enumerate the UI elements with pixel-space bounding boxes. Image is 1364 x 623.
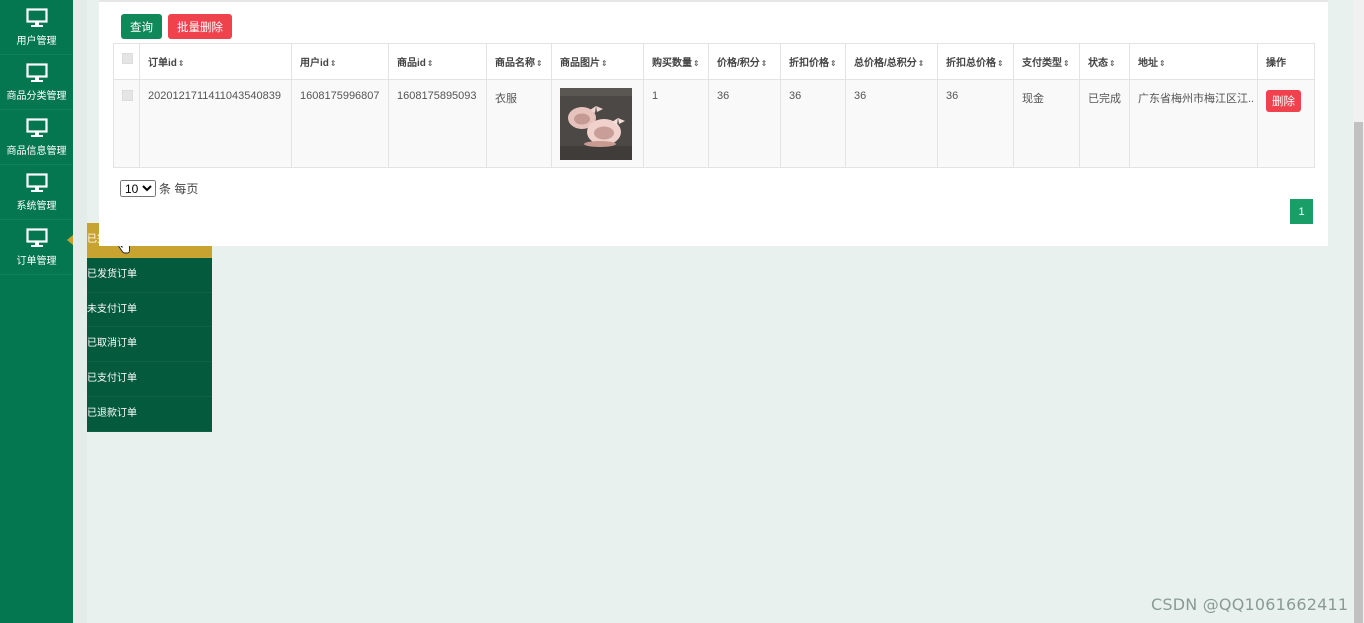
monitor-icon: [25, 172, 48, 192]
sort-icon: ⇕: [1159, 59, 1166, 68]
cell-discount-total: 36: [937, 79, 1014, 168]
sort-icon: ⇕: [1063, 59, 1070, 68]
row-select-cell[interactable]: [113, 79, 140, 168]
sidebar-item-label: 商品分类管理: [6, 90, 67, 102]
submenu-item-cancelled-orders[interactable]: 已取消订单: [73, 327, 212, 363]
order-submenu: 已完成订单 已发货订单 未支付订单 已取消订单 已支付订单 已退款订单: [67, 223, 212, 432]
submenu-item-label: 已支付订单: [87, 373, 137, 385]
sidebar-item-order-management[interactable]: 订单管理: [0, 220, 73, 275]
monitor-icon: [25, 62, 48, 82]
sort-icon: ⇕: [601, 59, 608, 68]
query-button[interactable]: 查询: [121, 14, 162, 39]
cell-user-id: 1608175996807: [291, 79, 389, 168]
cell-product-image: [551, 79, 644, 168]
sort-icon: ⇕: [329, 59, 337, 68]
orders-table: 订单id⇕ 用户id⇕ 商品id⇕ 商品名称⇕ 商品图片⇕ 购买数量⇕ 价格/积…: [113, 43, 1315, 168]
monitor-icon: [25, 117, 48, 137]
toolbar: 查询 批量删除: [121, 14, 232, 39]
sidebar-item-label: 用户管理: [16, 35, 57, 47]
monitor-icon: [25, 227, 48, 247]
sort-icon: ⇕: [177, 59, 185, 68]
column-header-order-id[interactable]: 订单id⇕: [139, 43, 292, 80]
pink-shoes-image: [560, 88, 632, 160]
cell-discount-price: 36: [780, 79, 846, 168]
batch-delete-button[interactable]: 批量删除: [168, 14, 232, 39]
watermark: CSDN @QQ1061662411: [1151, 595, 1349, 614]
submenu-item-unpaid-orders[interactable]: 未支付订单: [73, 293, 212, 328]
sort-icon: ⇕: [997, 59, 1004, 68]
sidebar-item-user-management[interactable]: 用户管理: [0, 0, 73, 55]
cell-address: 广东省梅州市梅江区江..: [1129, 79, 1258, 168]
sort-icon: ⇕: [426, 59, 434, 68]
scrollbar-thumb[interactable]: [1354, 122, 1363, 623]
cell-pay-type: 现金: [1013, 79, 1080, 168]
sidebar-item-category-management[interactable]: 商品分类管理: [0, 55, 73, 110]
sort-icon: ⇕: [1109, 59, 1116, 68]
cell-product-name: 衣服: [486, 79, 552, 168]
column-header-status[interactable]: 状态⇕: [1079, 43, 1130, 80]
cell-quantity: 1: [643, 79, 709, 168]
sort-icon: ⇕: [760, 59, 768, 68]
per-page-label: 条 每页: [159, 182, 199, 196]
submenu-item-refunded-orders[interactable]: 已退款订单: [73, 397, 212, 432]
column-header-pay-type[interactable]: 支付类型⇕: [1013, 43, 1080, 80]
content-gutter: [73, 0, 87, 623]
sidebar-item-label: 商品信息管理: [6, 145, 67, 157]
cell-price: 36: [708, 79, 781, 168]
sort-icon: ⇕: [536, 59, 543, 68]
sort-icon: ⇕: [830, 59, 837, 68]
delete-button[interactable]: 删除: [1266, 90, 1301, 112]
submenu-item-label: 已取消订单: [87, 338, 137, 350]
page-button-current[interactable]: 1: [1290, 199, 1313, 224]
select-all-cell[interactable]: [113, 43, 140, 80]
column-header-discount-price[interactable]: 折扣价格⇕: [780, 43, 846, 80]
table-header-row: 订单id⇕ 用户id⇕ 商品id⇕ 商品名称⇕ 商品图片⇕ 购买数量⇕ 价格/积…: [113, 43, 1315, 80]
orders-panel: 查询 批量删除 订单id⇕ 用户id⇕ 商品id⇕ 商品名称⇕ 商品图片⇕ 购买…: [99, 0, 1328, 246]
column-header-price[interactable]: 价格/积分⇕: [708, 43, 781, 80]
sort-icon: ⇕: [917, 59, 925, 68]
submenu-item-label: 已退款订单: [87, 407, 137, 419]
submenu-item-paid-orders[interactable]: 已支付订单: [73, 362, 212, 397]
submenu-item-shipped-orders[interactable]: 已发货订单: [73, 258, 212, 293]
sidebar-item-system-management[interactable]: 系统管理: [0, 165, 73, 220]
column-header-actions: 操作: [1257, 43, 1315, 80]
table-row: 20201217114110435408​39 1608175996807 16…: [113, 79, 1315, 168]
column-header-discount-total[interactable]: 折扣总价格⇕: [937, 43, 1014, 80]
sort-icon: ⇕: [693, 59, 700, 68]
select-all-checkbox[interactable]: [122, 53, 133, 64]
cell-status: 已完成: [1079, 79, 1130, 168]
column-header-user-id[interactable]: 用户id⇕: [291, 43, 389, 80]
column-header-product-image[interactable]: 商品图片⇕: [551, 43, 644, 80]
cell-actions: 删除: [1257, 79, 1315, 168]
cell-product-id: 1608175895093: [388, 79, 487, 168]
column-header-product-name[interactable]: 商品名称⇕: [486, 43, 552, 80]
cell-order-id: 20201217114110435408​39: [139, 79, 292, 168]
monitor-icon: [25, 7, 48, 27]
column-header-quantity[interactable]: 购买数量⇕: [643, 43, 709, 80]
page-size-control: 10 条 每页: [120, 180, 198, 197]
column-header-address[interactable]: 地址⇕: [1129, 43, 1258, 80]
page-size-select[interactable]: 10: [120, 180, 156, 197]
product-thumbnail: [560, 88, 632, 160]
sidebar-item-label: 订单管理: [16, 255, 57, 267]
sidebar-item-product-management[interactable]: 商品信息管理: [0, 110, 73, 165]
row-checkbox[interactable]: [122, 90, 133, 101]
sidebar: 用户管理 商品分类管理 商品信息管理 系统管理 订单管理: [0, 0, 73, 623]
cell-total-price: 36: [845, 79, 938, 168]
submenu-item-label: 未支付订单: [87, 303, 137, 315]
column-header-total-price[interactable]: 总价格/总积分⇕: [845, 43, 938, 80]
submenu-item-label: 已发货订单: [87, 268, 137, 280]
sidebar-item-label: 系统管理: [16, 200, 57, 212]
column-header-product-id[interactable]: 商品id⇕: [388, 43, 487, 80]
